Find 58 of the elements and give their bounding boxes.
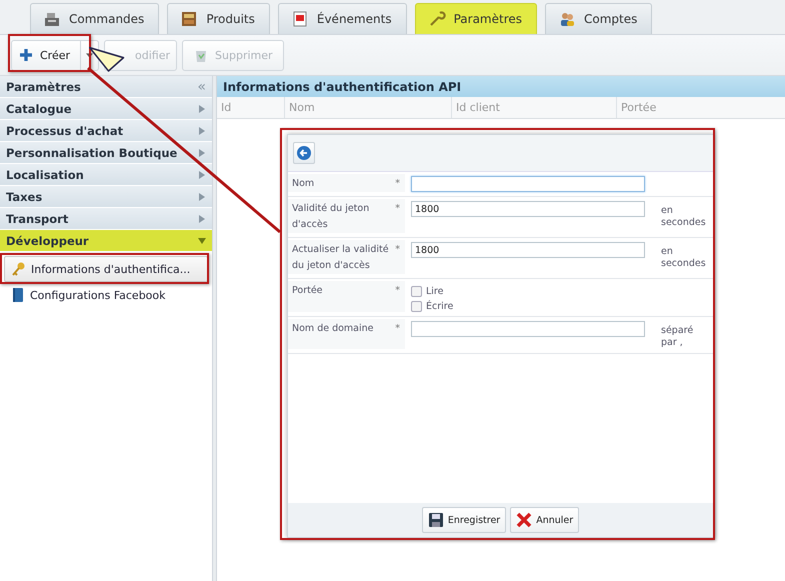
unit-label: en secondes — [661, 205, 706, 228]
sidebar-section[interactable]: Personnalisation Boutique — [0, 142, 212, 164]
back-button[interactable] — [293, 142, 315, 164]
unit-label: séparé par , — [661, 325, 694, 348]
key-icon — [11, 261, 27, 277]
checkbox-label: Lire — [426, 286, 444, 297]
required-mark: * — [395, 322, 400, 336]
save-button[interactable]: Enregistrer — [422, 507, 506, 533]
nav-tab[interactable]: Paramètres — [414, 3, 537, 34]
expand-arrow-icon — [198, 192, 206, 200]
checkbox-label: Écrire — [426, 301, 454, 312]
resize-handle[interactable] — [212, 76, 217, 581]
nav-tab[interactable]: Commandes — [30, 3, 160, 34]
panel-title: Informations d'authentification API — [223, 80, 462, 94]
expand-arrow-icon — [198, 148, 206, 156]
sidebar-section[interactable]: Développeur — [0, 230, 212, 252]
wrench-icon — [428, 10, 446, 28]
expand-arrow-icon — [198, 214, 206, 222]
required-mark: * — [395, 177, 400, 191]
calendar-icon — [290, 10, 309, 28]
field-label: Validité du jeton d'accès — [292, 202, 370, 232]
sidebar-section[interactable]: Localisation — [0, 164, 212, 186]
create-button[interactable]: Créer — [11, 40, 82, 70]
users-icon — [558, 10, 576, 28]
sidebar-item[interactable]: Configurations Facebook — [4, 283, 208, 307]
expand-arrow-icon — [198, 126, 206, 134]
field-label: Nom — [292, 177, 314, 191]
sidebar-section[interactable]: Taxes — [0, 186, 212, 208]
nav-tab[interactable]: Événements — [278, 3, 407, 34]
expand-arrow-icon — [198, 170, 206, 178]
checkbox[interactable] — [411, 286, 422, 297]
text-field[interactable] — [411, 321, 645, 337]
unit-label: en secondes — [661, 246, 706, 269]
nav-tab[interactable]: Comptes — [545, 3, 652, 34]
cancel-button[interactable]: Annuler — [510, 507, 580, 533]
nav-tab[interactable]: Produits — [167, 3, 270, 34]
text-field[interactable] — [411, 176, 645, 192]
required-mark: * — [395, 202, 400, 216]
text-field[interactable]: 1800 — [411, 201, 645, 217]
shelf-icon — [180, 10, 198, 28]
cross-icon — [516, 512, 532, 528]
sidebar-section[interactable]: Transport — [0, 208, 212, 230]
plus-icon — [18, 47, 34, 63]
required-mark: * — [395, 243, 400, 257]
field-label: Nom de domaine — [292, 322, 374, 336]
required-mark: * — [395, 284, 400, 298]
collapse-arrow-icon — [198, 236, 206, 244]
field-label: Portée — [292, 284, 323, 298]
text-field[interactable]: 1800 — [411, 242, 645, 258]
field-label: Actualiser la validité du jeton d'accès — [292, 243, 390, 273]
expand-arrow-icon — [198, 104, 206, 112]
caret-icon — [86, 52, 94, 58]
sidebar-section[interactable]: Catalogue — [0, 98, 212, 120]
sidebar-item[interactable]: Informations d'authentifica... — [4, 256, 208, 282]
checkbox[interactable] — [411, 301, 422, 312]
sidebar-title: Paramètres — [6, 80, 81, 94]
book-icon — [10, 287, 26, 303]
sidebar-section[interactable]: Processus d'achat — [0, 120, 212, 142]
